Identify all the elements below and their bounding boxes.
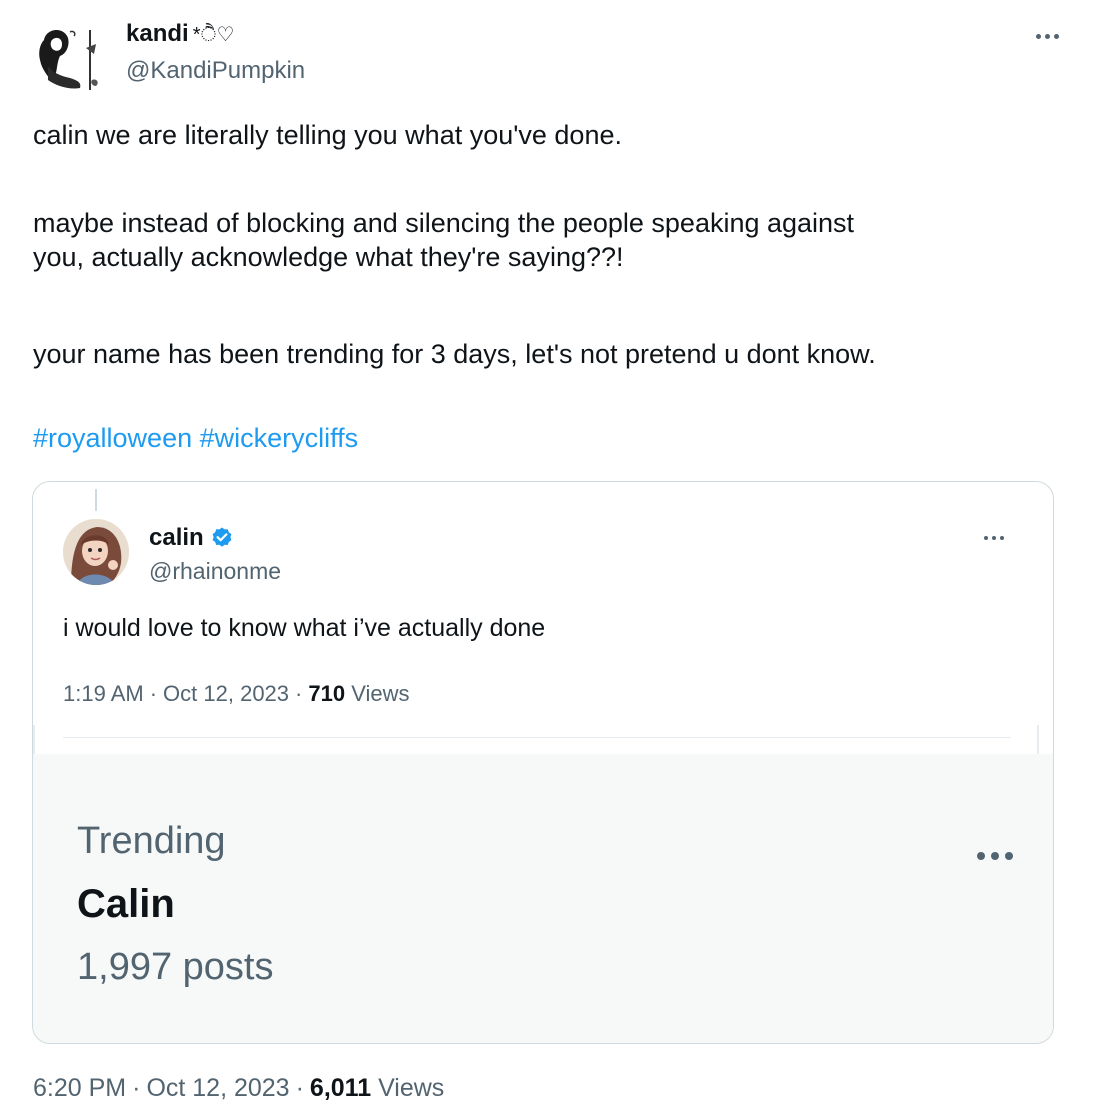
- thread-connector-line: [95, 489, 97, 511]
- tweet-text-line-4: your name has been trending for 3 days, …: [33, 339, 876, 369]
- quoted-avatar-illustration: [63, 519, 129, 585]
- quoted-tweet-text: i would love to know what i’ve actually …: [63, 614, 546, 642]
- tweet-hashtags: #royalloween #wickerycliffs: [33, 421, 1073, 455]
- quoted-date[interactable]: Oct 12, 2023: [163, 681, 289, 706]
- hashtag-royalloween[interactable]: #royalloween: [33, 423, 192, 453]
- verified-badge-icon: [212, 527, 232, 547]
- embedded-border-left: [33, 725, 35, 755]
- quoted-author-handle[interactable]: @rhainonme: [149, 558, 281, 585]
- quoted-views-label: Views: [351, 681, 410, 706]
- more-horizontal-icon: [1035, 33, 1059, 39]
- quoted-time[interactable]: 1:19 AM: [63, 681, 144, 706]
- author-name-text: kandi: [126, 20, 189, 47]
- trending-post-count: 1,997 posts: [77, 946, 274, 988]
- more-horizontal-icon: [984, 536, 1004, 540]
- author-display-name[interactable]: kandi *ੈ♡: [126, 20, 234, 48]
- more-horizontal-icon: [977, 852, 1013, 860]
- tweet-views-label: Views: [378, 1074, 445, 1102]
- meta-separator: ·: [295, 681, 303, 706]
- hashtag-wickerycliffs[interactable]: #wickerycliffs: [200, 423, 359, 453]
- tweet-text-line-3: you, actually acknowledge what they're s…: [33, 242, 624, 272]
- avatar-illustration: [30, 20, 110, 100]
- tweet-date[interactable]: Oct 12, 2023: [146, 1074, 289, 1102]
- quoted-tweet-card[interactable]: calin @rhainonme i would love to know wh…: [32, 481, 1054, 1044]
- tweet-time[interactable]: 6:20 PM: [33, 1074, 126, 1102]
- more-options-button[interactable]: [1030, 24, 1064, 48]
- trending-topic-name: Calin: [77, 882, 175, 926]
- trending-label: Trending: [77, 820, 226, 862]
- tweet: kandi *ੈ♡ @KandiPumpkin calin we are lite…: [0, 0, 1105, 1118]
- meta-separator: ·: [295, 1074, 304, 1102]
- tweet-meta: 6:20 PM · Oct 12, 2023 · 6,011 Views: [33, 1074, 444, 1103]
- author-name-decoration: *ੈ♡: [192, 24, 235, 46]
- author-avatar[interactable]: [30, 20, 110, 100]
- quoted-tweet-meta: 1:19 AM · Oct 12, 2023 · 710 Views: [63, 681, 410, 707]
- tweet-views-count: 6,011: [309, 1074, 372, 1102]
- quoted-divider: [63, 737, 1011, 738]
- quoted-author-avatar[interactable]: [63, 519, 129, 585]
- tweet-text-line-1: calin we are literally telling you what …: [33, 120, 622, 150]
- author-handle[interactable]: @KandiPumpkin: [126, 57, 305, 85]
- meta-separator: ·: [132, 1074, 141, 1102]
- meta-separator: ·: [149, 681, 158, 706]
- embedded-border-right: [1037, 725, 1039, 755]
- quoted-more-options-button[interactable]: [977, 526, 1011, 550]
- quoted-views-count: 710: [308, 681, 346, 706]
- trending-more-icon: [971, 842, 1019, 870]
- tweet-text-line-2: maybe instead of blocking and silencing …: [33, 208, 855, 238]
- quoted-author-name[interactable]: calin: [149, 524, 234, 552]
- quoted-author-name-text: calin: [149, 524, 204, 551]
- trending-screenshot: Trending Calin 1,997 posts: [33, 754, 1053, 1043]
